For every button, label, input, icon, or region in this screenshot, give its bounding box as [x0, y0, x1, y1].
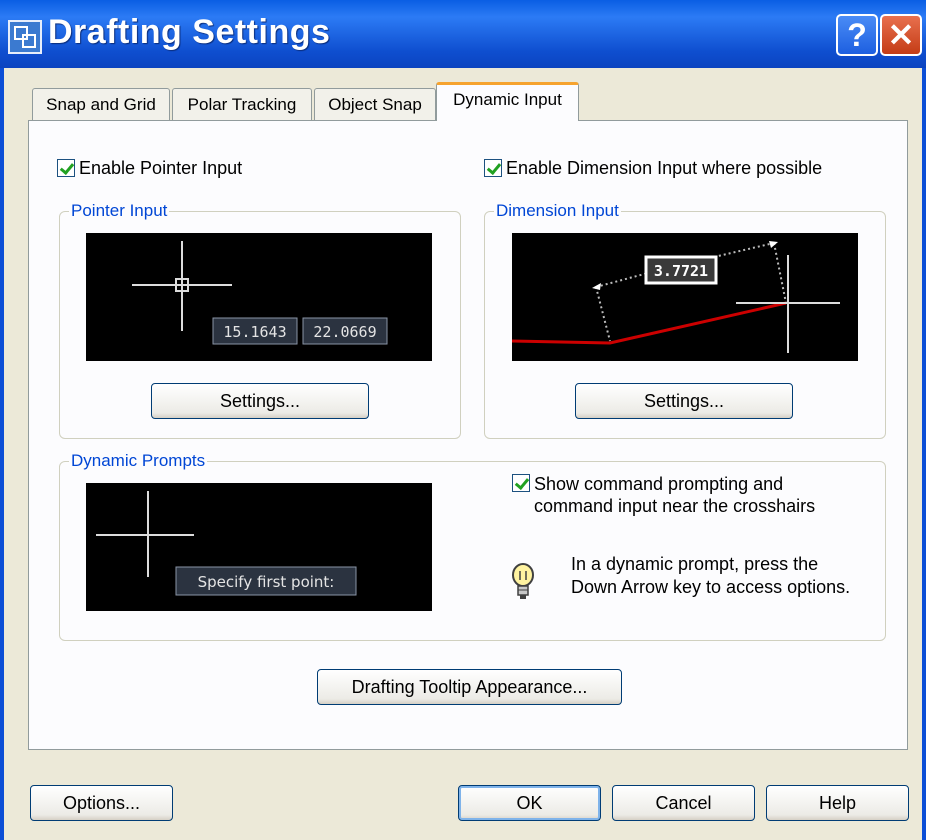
pointer-input-preview: 15.1643 22.0669	[86, 233, 432, 361]
pointer-preview-graphic: 15.1643 22.0669	[132, 241, 388, 345]
pointer-input-group-title: Pointer Input	[69, 201, 170, 221]
tab-panel: Enable Pointer Input Enable Dimension In…	[28, 120, 908, 750]
ok-button[interactable]: OK	[458, 785, 601, 821]
hint-line2: Down Arrow key to access options.	[571, 577, 851, 597]
tab-snap-and-grid[interactable]: Snap and Grid	[32, 88, 170, 120]
dimension-preview-graphic: 3.7721	[511, 241, 840, 353]
checkbox-checked-icon	[484, 159, 502, 177]
enable-dimension-input-checkbox[interactable]: Enable Dimension Input where possible	[484, 158, 822, 179]
app-icon	[8, 20, 42, 54]
dimension-input-group-title: Dimension Input	[494, 201, 621, 221]
checkbox-checked-icon	[512, 474, 530, 492]
drafting-tooltip-appearance-button[interactable]: Drafting Tooltip Appearance...	[317, 669, 622, 705]
lightbulb-icon	[512, 563, 534, 599]
tab-polar-tracking[interactable]: Polar Tracking	[172, 88, 312, 120]
dimension-input-preview: 3.7721	[511, 233, 858, 361]
checkbox-checked-icon	[57, 159, 75, 177]
dynamic-prompts-group-title: Dynamic Prompts	[69, 451, 208, 471]
dynamic-prompt-hint: In a dynamic prompt, press the Down Arro…	[571, 553, 850, 599]
cancel-button[interactable]: Cancel	[612, 785, 755, 821]
tab-dynamic-input[interactable]: Dynamic Input	[436, 82, 579, 121]
pointer-coord-y: 22.0669	[313, 323, 376, 341]
tab-object-snap[interactable]: Object Snap	[314, 88, 436, 120]
show-command-prompting-line1: Show command prompting and	[534, 474, 784, 494]
dynamic-prompts-preview: Specify first point:	[86, 483, 432, 611]
help-button[interactable]: Help	[766, 785, 909, 821]
prompts-preview-graphic: Specify first point:	[96, 491, 357, 596]
dimension-settings-button[interactable]: Settings...	[575, 383, 793, 419]
options-button[interactable]: Options...	[30, 785, 173, 821]
enable-dimension-input-label: Enable Dimension Input where possible	[506, 158, 823, 178]
pointer-settings-button[interactable]: Settings...	[151, 383, 369, 419]
title-bar[interactable]: Drafting Settings ? ✕	[0, 0, 926, 68]
show-command-prompting-label: Show command prompting and command input…	[534, 473, 815, 517]
enable-pointer-input-checkbox[interactable]: Enable Pointer Input	[57, 158, 242, 179]
show-command-prompting-line2: command input near the crosshairs	[534, 496, 816, 516]
show-command-prompting-checkbox[interactable]: Show command prompting and command input…	[512, 473, 815, 517]
close-button[interactable]: ✕	[880, 14, 922, 56]
hint-line1: In a dynamic prompt, press the	[571, 554, 819, 574]
window-title: Drafting Settings	[48, 13, 331, 51]
pointer-coord-x: 15.1643	[223, 323, 286, 341]
dimension-value: 3.7721	[654, 262, 708, 280]
prompt-preview-text: Specify first point:	[198, 573, 335, 591]
enable-pointer-input-label: Enable Pointer Input	[79, 158, 243, 178]
help-title-button[interactable]: ?	[836, 14, 878, 56]
